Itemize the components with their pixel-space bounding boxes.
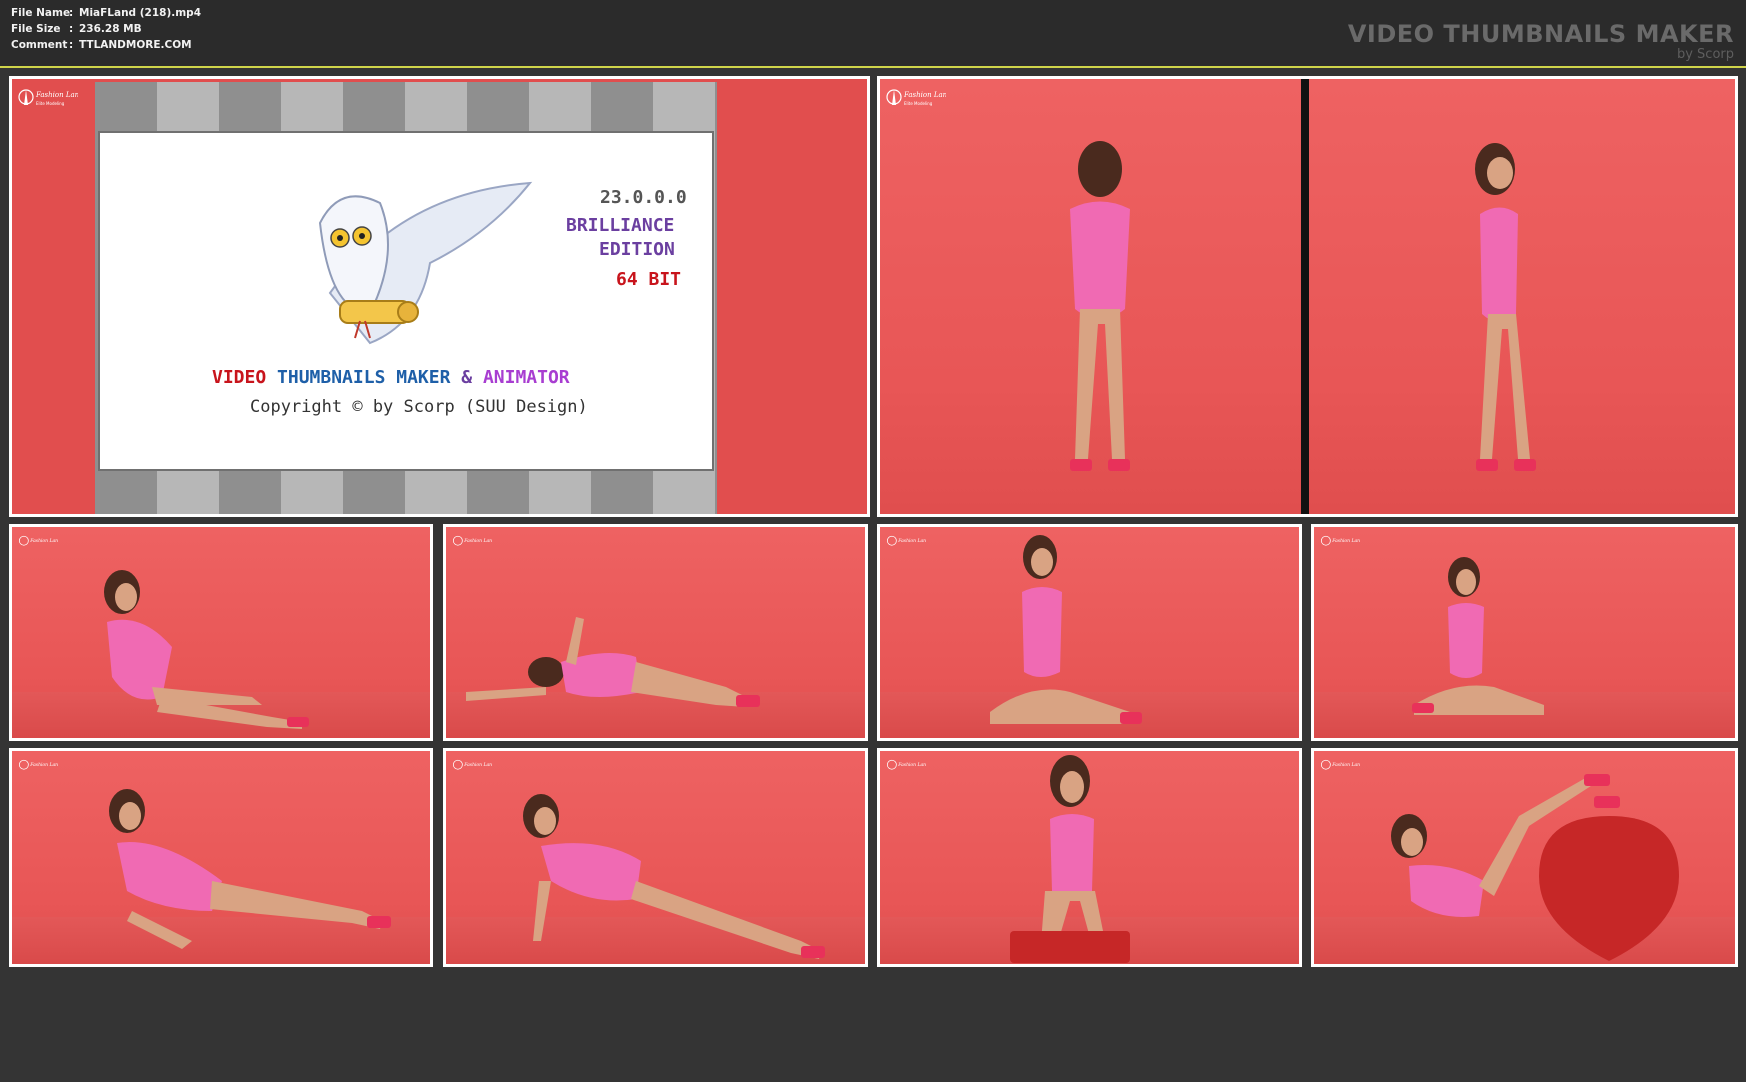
photo-frame: Fashion Land bbox=[1314, 527, 1735, 738]
svg-text:Fashion Land: Fashion Land bbox=[1331, 538, 1360, 544]
thumbnail-7[interactable]: Fashion Land bbox=[877, 748, 1302, 967]
splash-card: 23.0.0.0 BRILLIANCE EDITION 64 BIT VIDEO… bbox=[98, 131, 714, 471]
fashion-land-logo: Fashion Land Elite Modeling bbox=[18, 89, 78, 106]
photo-frame: Fashion Land bbox=[1314, 751, 1735, 964]
photo-frame: Fashion Land bbox=[12, 527, 430, 738]
product-word-video: VIDEO bbox=[212, 367, 267, 388]
edition-line1: BRILLIANCE bbox=[566, 215, 675, 236]
fashion-land-logo: Fashion Land bbox=[18, 759, 58, 770]
thumbnail-3[interactable]: Fashion Land bbox=[877, 524, 1302, 741]
brand-watermark: VIDEO THUMBNAILS MAKER by Scorp bbox=[1348, 20, 1734, 62]
thumbnail-5[interactable]: Fashion Land bbox=[9, 748, 433, 967]
file-name-label: File Name bbox=[11, 7, 71, 19]
thumbnail-large-2[interactable]: Fashion Land Elite Modeling bbox=[877, 76, 1738, 517]
fashion-land-logo: Fashion Land bbox=[886, 535, 926, 546]
model-figure-sitting-stool bbox=[1010, 755, 1130, 963]
model-figure-lying-side bbox=[109, 789, 391, 949]
photo-frame: Fashion Land bbox=[12, 751, 430, 964]
product-word-amp: & bbox=[461, 367, 473, 388]
model-figure-side bbox=[1475, 143, 1536, 471]
model-figure-back bbox=[1070, 141, 1130, 471]
svg-text:Elite Modeling: Elite Modeling bbox=[904, 101, 933, 106]
thumbnail-sheet: Fashion Land Elite Modeling 23.0.0.0 B bbox=[0, 66, 1746, 1082]
model-figure-lying-wave bbox=[466, 617, 760, 707]
separator: : bbox=[69, 7, 74, 19]
svg-text:Fashion Land: Fashion Land bbox=[897, 538, 926, 544]
model-figure-kneeling-hair bbox=[1412, 557, 1544, 715]
thumbnail-6[interactable]: Fashion Land bbox=[443, 748, 868, 967]
file-name-value: MiaFLand (218).mp4 bbox=[79, 7, 201, 19]
separator: : bbox=[69, 23, 74, 35]
splash-frame: Fashion Land Elite Modeling 23.0.0.0 B bbox=[12, 79, 867, 514]
fashion-land-logo: Fashion Land bbox=[452, 535, 492, 546]
model-figure-reclining bbox=[104, 570, 309, 729]
model-figure-kneeling bbox=[990, 535, 1142, 724]
separator: : bbox=[69, 39, 74, 51]
product-word-animator: ANIMATOR bbox=[482, 367, 570, 388]
model-figure-lying-hand-face bbox=[523, 794, 825, 959]
owl-icon bbox=[318, 181, 533, 345]
fashion-land-logo: Fashion Land bbox=[886, 759, 926, 770]
comment-label: Comment bbox=[11, 39, 68, 51]
version-text: 23.0.0.0 bbox=[600, 187, 687, 208]
photo-frame: Fashion Land bbox=[446, 751, 865, 964]
svg-text:Fashion Land: Fashion Land bbox=[897, 762, 926, 768]
comment-value: TTLANDMORE.COM bbox=[79, 39, 192, 51]
file-size-label: File Size bbox=[11, 23, 61, 35]
photo-frame: Fashion Land bbox=[880, 527, 1299, 738]
fashion-land-logo: Fashion Land bbox=[18, 535, 58, 546]
thumbnail-splash[interactable]: Fashion Land Elite Modeling 23.0.0.0 B bbox=[9, 76, 870, 517]
product-name: VIDEO THUMBNAILS MAKER & ANIMATOR bbox=[212, 367, 570, 388]
brand-subtitle: by Scorp bbox=[1676, 47, 1734, 62]
product-word-thumbnails: THUMBNAILS MAKER bbox=[277, 367, 451, 388]
thumbnail-8[interactable]: Fashion Land bbox=[1311, 748, 1738, 967]
svg-text:Elite Modeling: Elite Modeling bbox=[36, 101, 65, 106]
svg-text:Fashion Land: Fashion Land bbox=[463, 538, 492, 544]
svg-text:Fashion Land: Fashion Land bbox=[35, 91, 78, 99]
svg-text:Fashion Land: Fashion Land bbox=[29, 762, 58, 768]
fashion-land-logo: Fashion Land bbox=[452, 759, 492, 770]
fashion-land-logo: Fashion Land bbox=[1320, 535, 1360, 546]
file-size-value: 236.28 MB bbox=[79, 23, 142, 35]
photo-frame: Fashion Land bbox=[880, 751, 1299, 964]
scene-cut bbox=[1301, 79, 1309, 514]
thumbnail-2[interactable]: Fashion Land bbox=[443, 524, 868, 741]
info-header: File Name : MiaFLand (218).mp4 File Size… bbox=[0, 0, 1746, 66]
photo-frame: Fashion Land Elite Modeling bbox=[880, 79, 1735, 514]
thumbnail-4[interactable]: Fashion Land bbox=[1311, 524, 1738, 741]
edition-line2: EDITION bbox=[599, 239, 675, 260]
copyright-text: Copyright © by Scorp (SUU Design) bbox=[250, 397, 588, 417]
thumbnail-1[interactable]: Fashion Land bbox=[9, 524, 433, 741]
svg-text:Fashion Land: Fashion Land bbox=[903, 91, 946, 99]
model-figure-legs-on-heart bbox=[1391, 774, 1679, 961]
brand-title: VIDEO THUMBNAILS MAKER bbox=[1347, 20, 1734, 48]
svg-text:Fashion Land: Fashion Land bbox=[29, 538, 58, 544]
fashion-land-logo: Fashion Land Elite Modeling bbox=[886, 89, 946, 106]
bits-text: 64 BIT bbox=[616, 269, 682, 290]
svg-text:Fashion Land: Fashion Land bbox=[463, 762, 492, 768]
photo-frame: Fashion Land bbox=[446, 527, 865, 738]
